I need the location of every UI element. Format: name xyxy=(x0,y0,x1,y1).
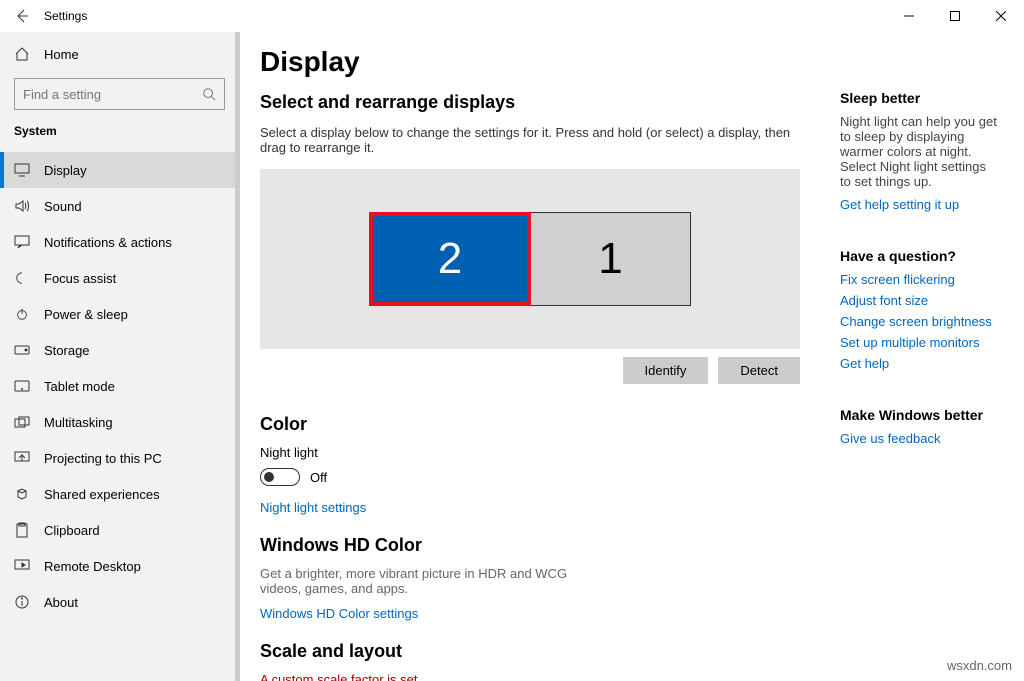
hd-color-settings-link[interactable]: Windows HD Color settings xyxy=(260,606,800,621)
sidebar-home-label: Home xyxy=(44,47,79,62)
color-heading: Color xyxy=(260,414,800,435)
sidebar-item-power-sleep[interactable]: Power & sleep xyxy=(0,296,239,332)
sidebar-item-multitasking[interactable]: Multitasking xyxy=(0,404,239,440)
aside-link-multiple-monitors[interactable]: Set up multiple monitors xyxy=(840,335,1000,350)
aside-feedback-heading: Make Windows better xyxy=(840,407,1000,423)
display-icon xyxy=(14,163,30,177)
home-icon xyxy=(14,46,30,62)
sidebar-heading: System xyxy=(0,124,239,152)
aside-sleep-heading: Sleep better xyxy=(840,90,1000,106)
sidebar-item-shared-experiences[interactable]: Shared experiences xyxy=(0,476,239,512)
info-icon xyxy=(14,594,30,610)
sidebar-item-label: Projecting to this PC xyxy=(44,451,162,466)
sidebar-item-label: Remote Desktop xyxy=(44,559,141,574)
sidebar-item-notifications[interactable]: Notifications & actions xyxy=(0,224,239,260)
storage-icon xyxy=(14,345,30,355)
sidebar-item-remote-desktop[interactable]: Remote Desktop xyxy=(0,548,239,584)
aside-link-flickering[interactable]: Fix screen flickering xyxy=(840,272,1000,287)
sidebar-item-about[interactable]: About xyxy=(0,584,239,620)
notifications-icon xyxy=(14,235,30,249)
rearrange-heading: Select and rearrange displays xyxy=(260,92,800,113)
sidebar-item-display[interactable]: Display xyxy=(0,152,239,188)
identify-button[interactable]: Identify xyxy=(623,357,709,384)
sidebar-item-focus-assist[interactable]: Focus assist xyxy=(0,260,239,296)
sidebar-item-label: About xyxy=(44,595,78,610)
maximize-button[interactable] xyxy=(932,0,978,32)
sidebar-item-projecting[interactable]: Projecting to this PC xyxy=(0,440,239,476)
projecting-icon xyxy=(14,451,30,465)
clipboard-icon xyxy=(15,522,29,538)
search-icon xyxy=(202,87,216,101)
focus-assist-icon xyxy=(14,271,30,285)
maximize-icon xyxy=(950,11,960,21)
shared-icon xyxy=(14,487,30,501)
search-input[interactable] xyxy=(23,87,193,102)
hd-color-desc: Get a brighter, more vibrant picture in … xyxy=(260,566,580,596)
sidebar-scrollbar[interactable] xyxy=(235,32,239,681)
hd-color-heading: Windows HD Color xyxy=(260,535,800,556)
multitasking-icon xyxy=(14,416,30,428)
tablet-icon xyxy=(14,380,30,392)
sidebar-home[interactable]: Home xyxy=(0,36,239,72)
aside-link-get-help[interactable]: Get help xyxy=(840,356,1000,371)
window-title: Settings xyxy=(44,9,87,23)
aside-sleep-text: Night light can help you get to sleep by… xyxy=(840,114,1000,189)
aside-link-font-size[interactable]: Adjust font size xyxy=(840,293,1000,308)
aside-sleep-link[interactable]: Get help setting it up xyxy=(840,197,1000,212)
display-tile-1[interactable]: 1 xyxy=(531,212,691,306)
search-box[interactable] xyxy=(14,78,225,110)
display-tile-2[interactable]: 2 xyxy=(369,212,531,306)
night-light-label: Night light xyxy=(260,445,800,460)
sidebar-item-label: Notifications & actions xyxy=(44,235,172,250)
close-button[interactable] xyxy=(978,0,1024,32)
sidebar-item-storage[interactable]: Storage xyxy=(0,332,239,368)
power-icon xyxy=(14,307,30,321)
sidebar-item-label: Sound xyxy=(44,199,82,214)
rearrange-desc: Select a display below to change the set… xyxy=(260,125,800,155)
minimize-button[interactable] xyxy=(886,0,932,32)
scale-heading: Scale and layout xyxy=(260,641,800,662)
night-light-toggle[interactable] xyxy=(260,468,300,486)
close-icon xyxy=(996,11,1006,21)
sidebar-item-label: Multitasking xyxy=(44,415,113,430)
sidebar-item-label: Shared experiences xyxy=(44,487,160,502)
sidebar-item-label: Clipboard xyxy=(44,523,100,538)
watermark: wsxdn.com xyxy=(945,656,1014,675)
sidebar-item-clipboard[interactable]: Clipboard xyxy=(0,512,239,548)
sound-icon xyxy=(14,199,30,213)
displays-arrangement[interactable]: 2 1 xyxy=(260,169,800,349)
sidebar-item-sound[interactable]: Sound xyxy=(0,188,239,224)
arrow-left-icon xyxy=(14,8,30,24)
titlebar: Settings xyxy=(0,0,1024,32)
night-light-settings-link[interactable]: Night light settings xyxy=(260,500,800,515)
sidebar-item-label: Power & sleep xyxy=(44,307,128,322)
sidebar-item-label: Storage xyxy=(44,343,90,358)
aside-feedback-link[interactable]: Give us feedback xyxy=(840,431,1000,446)
sidebar-item-label: Display xyxy=(44,163,87,178)
back-button[interactable] xyxy=(0,0,44,32)
detect-button[interactable]: Detect xyxy=(718,357,800,384)
toggle-state-label: Off xyxy=(310,470,327,485)
page-title: Display xyxy=(260,46,800,78)
remote-desktop-icon xyxy=(14,559,30,573)
sidebar-item-label: Tablet mode xyxy=(44,379,115,394)
aside-question-heading: Have a question? xyxy=(840,248,1000,264)
sidebar: Home System Display Sound Notifications … xyxy=(0,32,240,681)
aside-link-brightness[interactable]: Change screen brightness xyxy=(840,314,1000,329)
minimize-icon xyxy=(904,11,914,21)
sidebar-item-tablet-mode[interactable]: Tablet mode xyxy=(0,368,239,404)
scale-warning: A custom scale factor is set. xyxy=(260,672,800,681)
sidebar-item-label: Focus assist xyxy=(44,271,116,286)
